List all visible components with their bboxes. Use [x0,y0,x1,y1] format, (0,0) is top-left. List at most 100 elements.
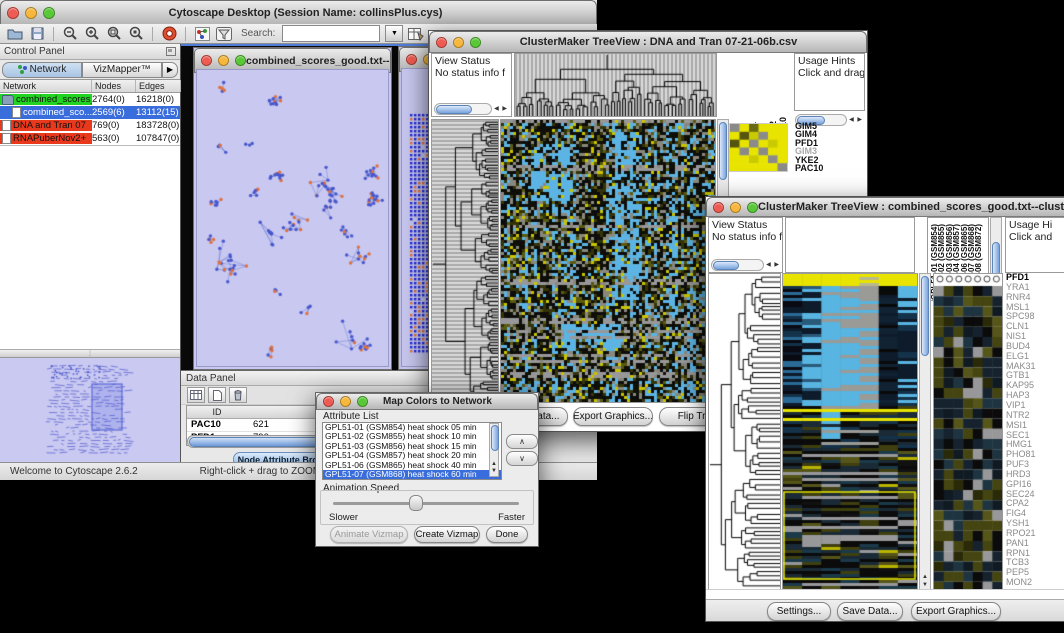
float-panel-icon[interactable] [166,47,176,56]
tv2-status-scrollbar[interactable]: ◀ ▶ [711,259,780,270]
tv1-column-dendrogram[interactable] [514,53,717,117]
tv2-titlebar[interactable]: ClusterMaker TreeView : combined_scores_… [706,197,1064,217]
network1-canvas [197,70,388,366]
minimize-button[interactable] [340,396,351,407]
control-panel-tabs: Network VizMapper™ ▶ [0,60,180,79]
tv1-coldendro-canvas [515,54,716,116]
minimize-button[interactable] [218,55,229,66]
window-title: Cytoscape Desktop (Session Name: collins… [55,7,556,19]
zoom-in-icon[interactable] [83,26,101,42]
attribute-list-label: Attribute List [323,411,379,422]
attr-list-scrollbar[interactable]: ▲▼ [489,423,499,477]
zoom-button[interactable] [747,202,758,213]
gene-item[interactable]: MON2 [1006,578,1064,588]
tv2-zoomheat-canvas [934,274,1002,590]
vizmapper-nodes-icon[interactable] [193,26,211,42]
network-table-header: Network Nodes Edges [0,79,180,93]
zoom-out-icon[interactable] [61,26,79,42]
zoom-fit-icon[interactable] [105,26,123,42]
search-input[interactable] [282,25,380,42]
filter-icon[interactable] [215,26,233,42]
zoom-button[interactable] [470,37,481,48]
control-panel-title: Control Panel [4,46,65,57]
tv1-row-labels: GIM5GIM4PFD1GIM3YKE2PAC10 [795,122,823,172]
move-up-button[interactable]: ∧ [506,434,538,449]
tv2-title: ClusterMaker TreeView : combined_scores_… [758,201,1064,213]
zoom-selected-icon[interactable] [127,26,145,42]
network-overview-panel[interactable] [0,358,180,462]
tv1-row-dendrogram[interactable] [431,119,499,403]
tv1-heatmap[interactable] [500,119,716,403]
minimize-button[interactable] [730,202,741,213]
save-icon[interactable] [28,26,46,42]
status-hint-zoom: Right-click + drag to ZOOM [200,466,321,477]
new-attribute-icon[interactable] [208,387,226,403]
tv2-gene-list: PFD1YRA1RNR4MSL1SPC98CLN1NIS1BUD4ELG1MAK… [1006,273,1064,591]
tv2-zoom-heatmap[interactable] [933,273,1003,591]
tv1-titlebar[interactable]: ClusterMaker TreeView : DNA and Tran 07-… [429,31,867,53]
search-label: Search: [241,28,275,39]
faster-label: Faster [498,512,525,523]
network-row[interactable]: combined_scores_ 2764(0) 16218(0) [0,93,180,106]
animation-speed-group: Slower Faster [320,490,534,525]
animate-vizmap-button[interactable]: Animate Vizmap [330,526,408,543]
network-type-icon [2,120,11,131]
speed-slider-track[interactable] [333,502,519,505]
network-type-icon [2,133,11,144]
minimize-button[interactable] [453,37,464,48]
tv1-export-graphics-button[interactable]: Export Graphics... [573,407,653,426]
open-file-icon[interactable] [6,26,24,42]
tab-vizmapper[interactable]: VizMapper™ [82,62,162,78]
help-lifering-icon[interactable] [160,26,178,42]
tv2-heatmap[interactable] [782,273,918,591]
network-row[interactable]: combined_sco... 2569(6) 13112(15) [0,106,180,119]
close-button[interactable] [7,7,19,19]
tv2-column-tree-area[interactable] [785,217,915,273]
network-tree-empty-area [0,146,180,349]
dialog-title: Map Colors to Network [368,396,507,407]
tv2-vscrollbar[interactable]: ▲▼ [919,273,931,591]
delete-attribute-icon[interactable] [229,387,247,403]
tv2-row-dendrogram[interactable] [708,273,781,591]
select-attributes-icon[interactable] [187,387,205,403]
tv1-usage-hints: Usage Hints Click and drag to [794,53,865,111]
network-view-1[interactable] [196,69,389,367]
search-dropdown-button[interactable]: ▼ [385,25,403,42]
close-button[interactable] [713,202,724,213]
attribute-item[interactable]: GPL51-07 (GSM868) heat shock 60 min [323,470,501,479]
tv2-view-status: View Status No status info f ◀ ▶ [708,217,783,273]
main-titlebar[interactable]: Cytoscape Desktop (Session Name: collins… [0,0,597,25]
speed-slider-thumb[interactable] [409,495,423,511]
map-colors-dialog: Map Colors to Network Attribute List GPL… [315,392,539,547]
zoom-button[interactable] [235,55,246,66]
save-data-button[interactable]: Save Data... [837,602,903,621]
more-tabs-arrow-icon[interactable]: ▶ [162,62,178,78]
network-row[interactable]: RNAPuberNov2+ 563(0) 107847(0) [0,132,180,145]
settings-button[interactable]: Settings... [767,602,831,621]
create-vizmap-button[interactable]: Create Vizmap [414,526,480,543]
tab-network[interactable]: Network [2,62,82,78]
zoom-button[interactable] [43,7,55,19]
network-row[interactable]: DNA and Tran 07 769(0) 183728(0) [0,119,180,132]
tv1-zoom-matrix[interactable] [729,123,788,172]
close-button[interactable] [436,37,447,48]
minimize-button[interactable] [25,7,37,19]
panel-divider[interactable]: ⋮ [0,349,180,358]
row-label[interactable]: PAC10 [795,164,823,172]
close-button[interactable] [406,54,417,65]
move-down-button[interactable]: ∨ [506,451,538,466]
treeview2-window: ClusterMaker TreeView : combined_scores_… [705,196,1064,622]
data-panel-title: Data Panel [186,373,235,384]
done-button[interactable]: Done [486,526,528,543]
tv1-status-scrollbar[interactable]: ◀ ▶ [434,103,508,114]
close-button[interactable] [201,55,212,66]
zoom-button[interactable] [357,396,368,407]
close-button[interactable] [323,396,334,407]
control-panel: Control Panel Network VizMapper™ ▶ Netwo… [0,44,181,462]
export-graphics-button[interactable]: Export Graphics... [911,602,1001,621]
control-panel-header: Control Panel [0,44,180,60]
status-welcome: Welcome to Cytoscape 2.6.2 [10,466,138,477]
table-export-icon[interactable] [407,26,425,42]
dialog-titlebar[interactable]: Map Colors to Network [316,393,538,410]
tv2-heatmap-canvas [783,274,917,590]
